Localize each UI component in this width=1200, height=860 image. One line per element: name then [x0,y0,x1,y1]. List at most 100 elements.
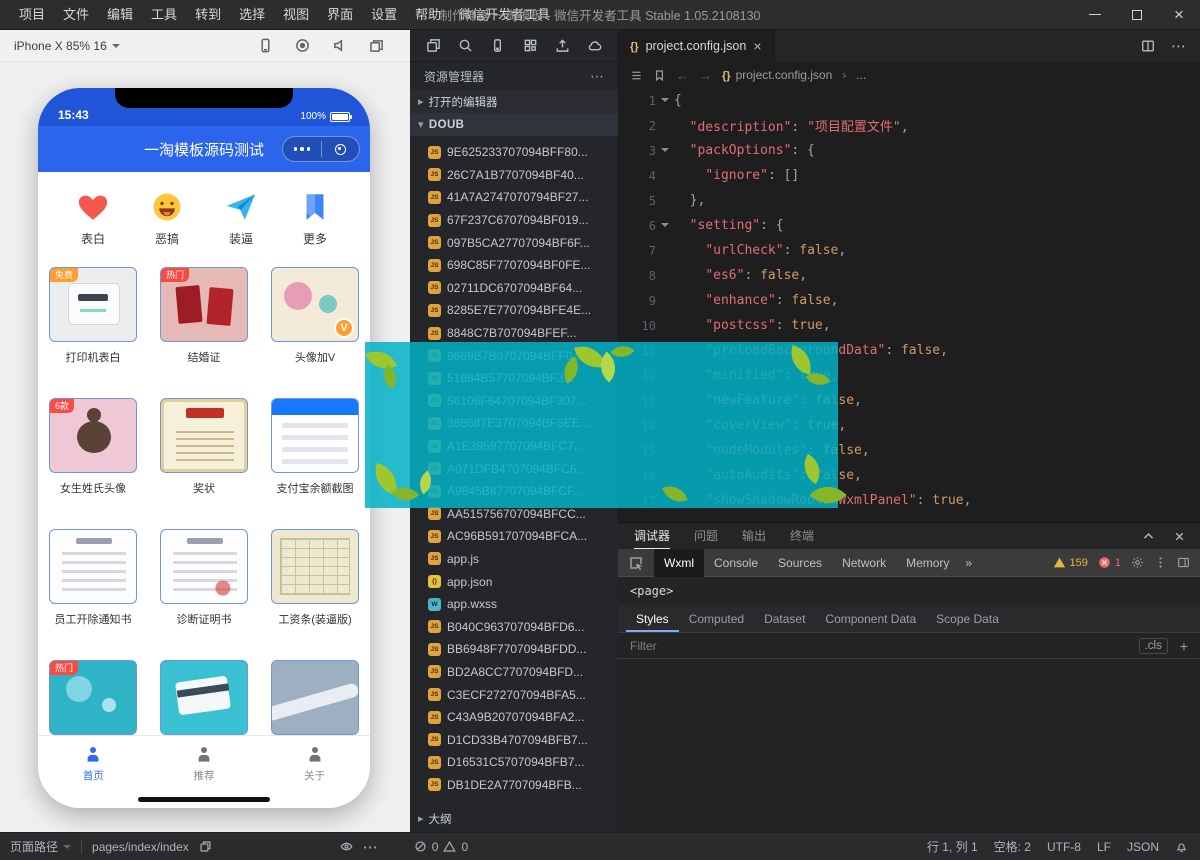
file-item[interactable]: DB1DE2A7707094BFB... [410,774,618,797]
menu-item[interactable]: 视图 [274,0,318,30]
file-item[interactable]: app.json [410,570,618,593]
exit-miniprogram-button[interactable] [322,144,360,155]
menu-item[interactable]: 界面 [318,0,362,30]
new-style-rule-button[interactable] [1180,638,1188,654]
screenshot-icon[interactable] [369,38,384,53]
explorer-more-icon[interactable] [590,68,604,85]
quick-entry[interactable]: 更多 [285,190,345,247]
devtools-tab[interactable]: Network [832,549,896,577]
notification-bell-icon[interactable] [1175,840,1188,853]
cloud-icon[interactable] [587,38,602,53]
wxml-root-node[interactable]: <page> [630,584,673,598]
file-item[interactable]: 02711DC6707094BF64... [410,277,618,300]
menu-item[interactable]: 文件 [54,0,98,30]
tabbar-item[interactable]: 首页 [38,736,149,791]
styles-tab[interactable]: Dataset [754,605,815,632]
navigate-forward-icon[interactable] [699,68,712,83]
file-item[interactable]: 26C7A1B7707094BF40... [410,164,618,187]
visibility-eye-icon[interactable] [340,840,353,853]
debugger-tab[interactable]: 输出 [742,523,766,549]
search-icon[interactable] [458,38,473,53]
file-item[interactable]: BB6948F7707094BFDD... [410,638,618,661]
menu-item[interactable]: 转到 [186,0,230,30]
collapse-panel-icon[interactable] [1142,530,1155,543]
quick-entry[interactable]: 恶搞 [137,190,197,247]
devtools-tab[interactable]: Console [704,549,768,577]
file-item[interactable]: 698C85F7707094BF0FE... [410,254,618,277]
wxml-tree[interactable]: <page> [618,577,1200,605]
eol-setting[interactable]: LF [1097,840,1111,854]
file-item[interactable]: app.js [410,548,618,571]
file-item[interactable]: C3ECF272707094BFA5... [410,683,618,706]
template-card[interactable]: V头像加V [271,267,359,365]
tabbar-item[interactable]: 推荐 [149,736,260,791]
open-editors-section[interactable]: 打开的编辑器 [410,90,618,113]
project-folder-section[interactable]: DOUB [410,113,618,136]
compile-icon[interactable] [426,38,441,53]
settings-gear-icon[interactable] [1131,556,1144,569]
file-item[interactable]: B040C963707094BFD6... [410,615,618,638]
close-button[interactable] [1158,0,1200,30]
remote-debug-icon[interactable] [490,38,505,53]
page-path-value[interactable]: pages/index/index [92,840,189,854]
menu-item[interactable]: 编辑 [98,0,142,30]
devtools-tab[interactable]: Memory [896,549,959,577]
template-card[interactable]: 支付宝余额截图 [271,398,359,496]
split-editor-icon[interactable] [1141,39,1155,53]
template-card[interactable]: 工资条(装逼版) [271,529,359,627]
template-card[interactable]: 6款女生姓氏头像 [49,398,137,496]
quick-entry[interactable]: 装逼 [211,190,271,247]
navigate-back-icon[interactable] [676,68,689,83]
template-card[interactable]: 免费打印机表白 [49,267,137,365]
file-item[interactable]: 8285E7E7707094BFE4E... [410,299,618,322]
device-selector[interactable]: iPhone X 85% 16 [14,39,120,53]
menu-item[interactable]: 微信开发者工具 [450,0,559,30]
file-item[interactable]: D16531C5707094BFB7... [410,751,618,774]
tab-overflow-icon[interactable] [959,556,978,570]
tab-close-icon[interactable] [753,38,761,54]
styles-tab[interactable]: Scope Data [926,605,1009,632]
debugger-tab[interactable]: 终端 [790,523,814,549]
upload-icon[interactable] [555,38,570,53]
file-item[interactable]: AC96B591707094BFCA... [410,525,618,548]
warning-count[interactable]: 159 [1053,556,1088,569]
cls-toggle[interactable]: .cls [1139,638,1168,654]
file-item[interactable]: app.wxss [410,593,618,616]
template-card[interactable]: 热门结婚证 [160,267,248,365]
indent-setting[interactable]: 空格: 2 [994,838,1031,855]
template-card[interactable] [160,660,248,742]
template-card[interactable]: 热门 [49,660,137,742]
error-count[interactable]: 1 [1098,556,1121,569]
rotate-phone-icon[interactable] [258,38,273,53]
file-item[interactable]: BD2A8CC7707094BFD... [410,661,618,684]
dock-side-icon[interactable] [1177,556,1190,569]
devtools-tab[interactable]: Wxml [654,549,704,577]
menu-item[interactable]: 设置 [362,0,406,30]
page-path-dropdown[interactable]: 页面路径 [10,838,71,855]
more-menu-button[interactable] [283,147,321,151]
copy-path-icon[interactable] [199,840,212,853]
breadcrumb-file[interactable]: project.config.json [722,68,832,82]
outline-section[interactable]: 大纲 [410,807,618,830]
menu-item[interactable]: 帮助 [406,0,450,30]
statusbar-more-icon[interactable] [363,838,378,856]
problems-indicator[interactable]: 0 0 [414,840,468,854]
template-card[interactable] [271,660,359,742]
quick-entry[interactable]: 表白 [63,190,123,247]
bookmark-icon[interactable] [653,69,666,82]
file-item[interactable]: 41A7A2747070794BF27... [410,186,618,209]
file-item[interactable]: D1CD33B4707094BFB7... [410,728,618,751]
debugger-tab[interactable]: 调试器 [634,523,670,549]
kebab-menu-icon[interactable] [1154,556,1167,569]
styles-tab[interactable]: Styles [626,605,679,632]
record-icon[interactable] [295,38,310,53]
template-card[interactable]: 奖状 [160,398,248,496]
menu-item[interactable]: 工具 [142,0,186,30]
devtools-tab[interactable]: Sources [768,549,832,577]
inspect-element-icon[interactable] [618,555,654,571]
preview-qr-icon[interactable] [523,38,538,53]
language-mode[interactable]: JSON [1127,840,1159,854]
file-item[interactable]: 9E625233707094BFF80... [410,141,618,164]
menu-item[interactable]: 项目 [10,0,54,30]
mute-icon[interactable] [332,38,347,53]
